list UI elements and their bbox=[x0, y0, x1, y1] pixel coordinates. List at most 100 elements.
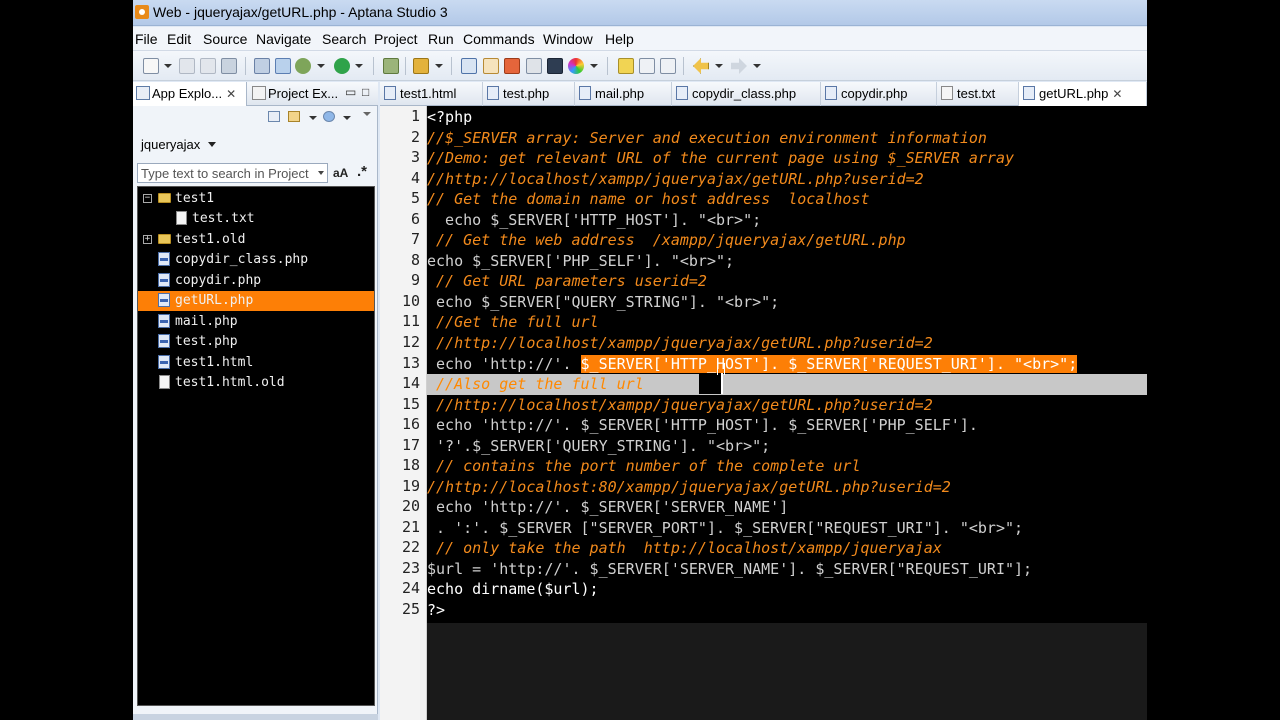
sync-icon[interactable] bbox=[275, 58, 291, 74]
menu-file[interactable]: File bbox=[135, 31, 158, 47]
save-icon[interactable] bbox=[179, 58, 195, 74]
folder-icon[interactable] bbox=[288, 111, 300, 122]
editor-tab-test1-html[interactable]: test1.html bbox=[380, 82, 483, 106]
layout-icon[interactable] bbox=[461, 58, 477, 74]
code-text: echo dirname($url); bbox=[427, 580, 599, 598]
editor-tab-mail-php[interactable]: mail.php bbox=[575, 82, 672, 106]
code-line: // Get the web address /xampp/jqueryajax… bbox=[427, 230, 906, 251]
color-picker-icon[interactable] bbox=[568, 58, 584, 74]
chevron-down-icon[interactable] bbox=[343, 116, 351, 120]
menu-help[interactable]: Help bbox=[605, 31, 634, 47]
chevron-down-icon[interactable] bbox=[318, 171, 324, 175]
code-line: echo 'http://'. $_SERVER['HTTP_HOST']. $… bbox=[427, 354, 1078, 375]
line-number: 23 bbox=[401, 559, 420, 577]
tree-item-test1-old[interactable]: + test1.old bbox=[138, 230, 374, 250]
tree-item-geturl-php[interactable]: getURL.php bbox=[138, 291, 374, 311]
terminal-icon[interactable] bbox=[383, 58, 399, 74]
tab-app-explorer[interactable]: App Explo... ✕ bbox=[133, 82, 247, 106]
menu-navigate[interactable]: Navigate bbox=[256, 31, 311, 47]
tree-item-mail-php[interactable]: mail.php bbox=[138, 312, 374, 332]
run-icon[interactable] bbox=[334, 58, 350, 74]
menu-commands[interactable]: Commands bbox=[463, 31, 535, 47]
menu-window[interactable]: Window bbox=[543, 31, 593, 47]
code-comment: //$_SERVER array: Server and execution e… bbox=[427, 129, 987, 147]
deploy-icon[interactable] bbox=[254, 58, 270, 74]
new-file-icon[interactable] bbox=[143, 58, 159, 74]
chevron-down-icon[interactable] bbox=[590, 64, 598, 68]
tree-item-test1-html-old[interactable]: test1.html.old bbox=[138, 373, 374, 393]
line-number-gutter: 1 2 3 4 5 6 7 8 9 10 11 12 13 14 15 16 1… bbox=[380, 106, 427, 720]
maximize-icon[interactable]: □ bbox=[362, 85, 369, 99]
line-number: 16 bbox=[401, 415, 420, 433]
save-all-icon[interactable] bbox=[200, 58, 216, 74]
show-whitespace-icon[interactable] bbox=[660, 58, 676, 74]
menu-search[interactable]: Search bbox=[322, 31, 366, 47]
folder-icon bbox=[158, 234, 171, 244]
tree-item-label: copydir_class.php bbox=[175, 252, 309, 267]
bottom-panel-tabs[interactable] bbox=[133, 714, 378, 720]
line-number: 5 bbox=[410, 189, 420, 207]
case-sensitive-toggle[interactable]: aA bbox=[333, 166, 348, 180]
tab-project-explorer[interactable]: Project Ex... bbox=[249, 82, 339, 106]
image-icon[interactable] bbox=[526, 58, 542, 74]
tab-label: copydir_class.php bbox=[692, 86, 797, 101]
block-selection-icon[interactable] bbox=[639, 58, 655, 74]
app-explorer-panel: App Explo... ✕ Project Ex... ▭ □ jqueryaj… bbox=[133, 82, 378, 720]
expand-icon[interactable]: + bbox=[143, 235, 152, 244]
editor-tab-test-txt[interactable]: test.txt bbox=[937, 82, 1019, 106]
tree-item-test1-html[interactable]: test1.html bbox=[138, 353, 374, 373]
link-icon[interactable] bbox=[323, 111, 335, 122]
project-selector[interactable]: jqueryajax bbox=[141, 137, 217, 152]
editor-tab-test-php[interactable]: test.php bbox=[483, 82, 575, 106]
console-icon[interactable] bbox=[547, 58, 563, 74]
outline-icon[interactable] bbox=[483, 58, 499, 74]
tree-item-copydir-php[interactable]: copydir.php bbox=[138, 271, 374, 291]
view-menu-icon[interactable] bbox=[363, 112, 371, 116]
debug-icon[interactable] bbox=[295, 58, 311, 74]
tree-item-test1[interactable]: − test1 bbox=[138, 189, 374, 209]
tab-label: test.php bbox=[503, 86, 550, 101]
chevron-down-icon[interactable] bbox=[309, 116, 317, 120]
highlight-icon[interactable] bbox=[618, 58, 634, 74]
close-icon[interactable]: ✕ bbox=[1112, 87, 1122, 101]
minimize-icon[interactable]: ▭ bbox=[345, 85, 356, 99]
print-icon[interactable] bbox=[221, 58, 237, 74]
code-comment: //http://localhost/xampp/jqueryajax/getU… bbox=[427, 170, 924, 188]
menu-run[interactable]: Run bbox=[428, 31, 454, 47]
project-search-input[interactable]: Type text to search in Project bbox=[137, 163, 328, 183]
forward-arrow-icon[interactable] bbox=[731, 58, 747, 74]
php-file-icon bbox=[158, 273, 170, 287]
chevron-down-icon[interactable] bbox=[753, 64, 761, 68]
project-explorer-icon bbox=[252, 86, 266, 100]
menu-project[interactable]: Project bbox=[374, 31, 418, 47]
collapse-all-icon[interactable] bbox=[268, 111, 280, 122]
editor-tab-geturl-php[interactable]: getURL.php ✕ bbox=[1019, 82, 1147, 106]
menu-edit[interactable]: Edit bbox=[167, 31, 191, 47]
chevron-down-icon[interactable] bbox=[715, 64, 723, 68]
menu-source[interactable]: Source bbox=[203, 31, 247, 47]
editor-empty-area[interactable] bbox=[427, 623, 1147, 720]
code-editor[interactable]: <?php //$_SERVER array: Server and execu… bbox=[427, 106, 1147, 623]
chevron-down-icon[interactable] bbox=[435, 64, 443, 68]
code-line: echo dirname($url); bbox=[427, 579, 599, 600]
code-text: <?php bbox=[427, 108, 473, 126]
chevron-down-icon[interactable] bbox=[164, 64, 172, 68]
chevron-down-icon[interactable] bbox=[317, 64, 325, 68]
line-number: 15 bbox=[401, 395, 420, 413]
php-file-icon bbox=[1023, 86, 1035, 100]
code-line: echo 'http://'. $_SERVER['HTTP_HOST']. $… bbox=[427, 415, 978, 436]
home-icon[interactable] bbox=[504, 58, 520, 74]
close-icon[interactable]: ✕ bbox=[226, 87, 236, 101]
collapse-icon[interactable]: − bbox=[143, 194, 152, 203]
left-panel-toolbar bbox=[133, 106, 378, 128]
regex-toggle[interactable]: .* bbox=[357, 163, 367, 180]
tree-item-test-php[interactable]: test.php bbox=[138, 332, 374, 352]
chevron-down-icon[interactable] bbox=[355, 64, 363, 68]
wand-icon[interactable] bbox=[413, 58, 429, 74]
back-arrow-icon[interactable] bbox=[693, 58, 709, 74]
editor-tab-copydir-class-php[interactable]: copydir_class.php bbox=[672, 82, 821, 106]
editor-tab-copydir-php[interactable]: copydir.php bbox=[821, 82, 937, 106]
text-caret bbox=[721, 373, 723, 394]
tree-item-test-txt[interactable]: test.txt bbox=[138, 209, 374, 229]
tree-item-copydir-class-php[interactable]: copydir_class.php bbox=[138, 250, 374, 270]
